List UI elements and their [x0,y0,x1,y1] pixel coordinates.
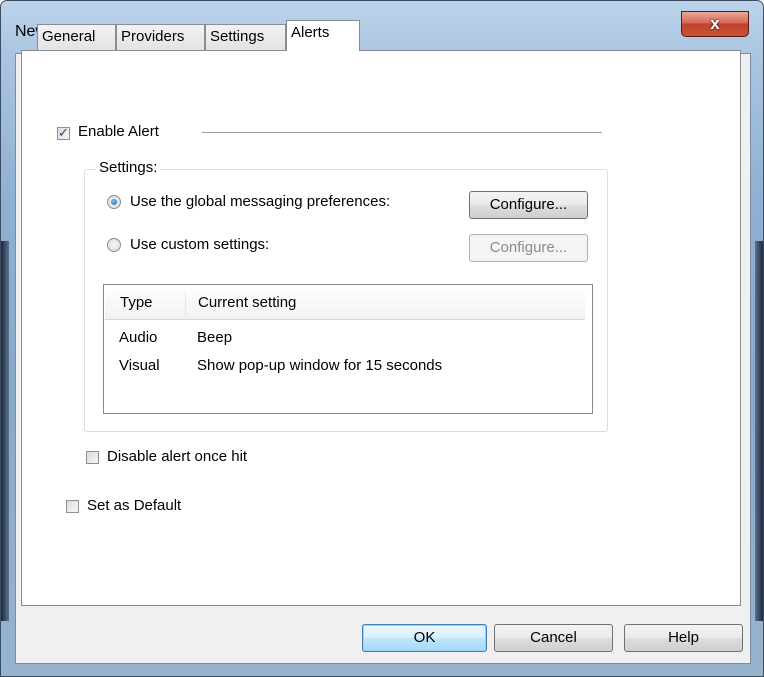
enable-alert-label: Enable Alert [78,123,159,140]
table-row-2-setting[interactable]: Show pop-up window for 15 seconds [197,357,442,374]
tab-settings[interactable]: Settings [205,24,286,50]
configure-custom-button[interactable]: Configure... [469,234,588,262]
column-divider [185,292,186,316]
tab-general[interactable]: General [37,24,116,50]
custom-settings-radio[interactable] [107,238,121,252]
column-header-current-setting[interactable]: Current setting [198,294,296,311]
alert-settings-table[interactable]: Type Current setting Audio Beep Visual S… [103,284,593,414]
enable-alert-separator [202,132,602,133]
cancel-button[interactable]: Cancel [494,624,613,652]
table-header: Type Current setting [105,286,585,320]
global-preferences-label: Use the global messaging preferences: [130,193,391,210]
close-button[interactable]: x [681,11,749,37]
tab-providers[interactable]: Providers [116,24,205,50]
custom-settings-label: Use custom settings: [130,236,270,253]
set-as-default-label: Set as Default [87,497,182,514]
disable-once-hit-checkbox[interactable] [86,451,99,464]
table-row-2-type[interactable]: Visual [119,357,160,374]
disable-once-hit-label: Disable alert once hit [107,448,248,465]
table-row-1-setting[interactable]: Beep [197,329,232,346]
enable-alert-checkbox[interactable] [57,125,70,141]
ok-button[interactable]: OK [362,624,487,652]
configure-global-button[interactable]: Configure... [469,191,588,219]
global-preferences-radio[interactable] [107,195,121,209]
help-button[interactable]: Help [624,624,743,652]
window-frame-left [1,241,9,621]
window-frame-right [755,241,763,621]
tab-alerts[interactable]: Alerts [286,20,360,51]
table-row-1-type[interactable]: Audio [119,329,157,346]
settings-group-title: Settings: [96,159,161,176]
column-header-type[interactable]: Type [120,294,153,311]
set-as-default-checkbox[interactable] [66,500,79,513]
